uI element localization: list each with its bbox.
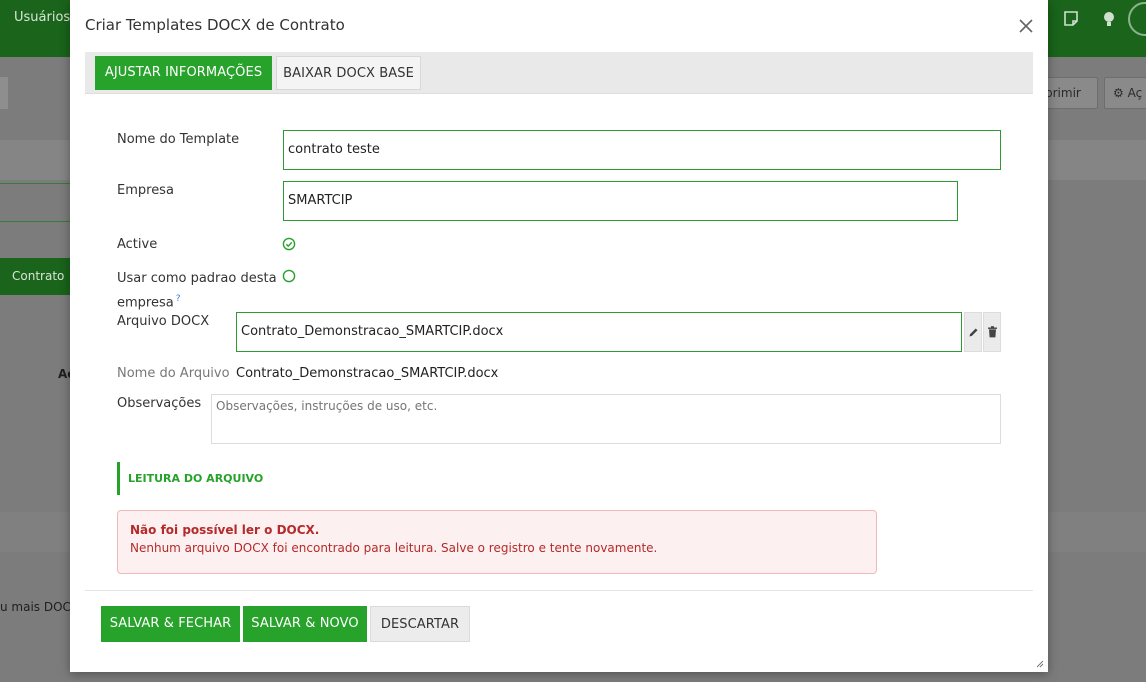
topbar-menu-users[interactable]: Usuários [14, 10, 70, 25]
delete-file-button[interactable] [983, 312, 1001, 352]
pencil-icon [969, 328, 977, 336]
avatar[interactable] [1128, 2, 1146, 36]
resize-grip-icon[interactable] [1034, 658, 1044, 668]
trash-icon [987, 326, 997, 338]
template-name-input[interactable]: contrato teste [283, 130, 1001, 170]
default-company-label-line1: Usar como padrao desta [117, 271, 277, 286]
dialog-title: Criar Templates DOCX de Contrato [85, 16, 345, 34]
active-label: Active [117, 237, 158, 252]
template-name-label: Nome do Template [117, 132, 240, 147]
background-divider [0, 183, 70, 184]
background-text: u mais DOC [0, 600, 71, 614]
tab-bar: AJUSTAR INFORMAÇÕES BAIXAR DOCX BASE [85, 52, 1033, 94]
close-icon [1019, 19, 1033, 33]
background-divider [0, 221, 70, 222]
lightbulb-icon[interactable] [1098, 8, 1120, 30]
docx-file-label: Arquivo DOCX [117, 314, 210, 329]
tab-download-docx-base[interactable]: BAIXAR DOCX BASE [276, 56, 421, 90]
background-tab-contrato: Contrato [0, 258, 70, 295]
company-label: Empresa [117, 183, 174, 198]
docx-file-input[interactable]: Contrato_Demonstracao_SMARTCIP.docx [236, 312, 962, 352]
notes-textarea[interactable] [211, 394, 1001, 444]
notes-label: Observações [117, 396, 202, 411]
background-actions-label: Aç [1127, 86, 1143, 100]
create-template-dialog: Criar Templates DOCX de Contrato AJUSTAR… [70, 0, 1048, 672]
error-alert: Não foi possível ler o DOCX. Nenhum arqu… [117, 510, 877, 574]
background-gear-icon: ⚙ [1113, 86, 1124, 100]
close-button[interactable] [1016, 16, 1036, 36]
alert-message: Nenhum arquivo DOCX foi encontrado para … [130, 541, 658, 555]
save-close-button[interactable]: SALVAR & FECHAR [101, 606, 240, 642]
save-new-button[interactable]: SALVAR & NOVO [243, 606, 367, 642]
file-name-label: Nome do Arquivo [117, 366, 230, 381]
note-icon[interactable] [1060, 8, 1082, 30]
file-name-value: Contrato_Demonstracao_SMARTCIP.docx [236, 366, 499, 381]
help-icon[interactable]: ? [176, 294, 181, 304]
background-actions-button: ⚙ Aç [1104, 77, 1146, 109]
default-company-radio-icon[interactable] [282, 269, 296, 283]
default-company-label: Usar como padrao desta empresa? [117, 269, 277, 313]
background-button [0, 77, 8, 109]
tab-adjust-info[interactable]: AJUSTAR INFORMAÇÕES [95, 56, 272, 90]
active-check-icon[interactable] [282, 237, 296, 251]
discard-button[interactable]: DESCARTAR [370, 606, 470, 642]
footer-divider [85, 590, 1033, 591]
file-reading-section-title: LEITURA DO ARQUIVO [117, 462, 263, 495]
alert-title: Não foi possível ler o DOCX. [130, 523, 320, 537]
edit-file-button[interactable] [964, 312, 982, 352]
default-company-label-line2: empresa [117, 295, 174, 311]
company-input[interactable]: SMARTCIP [283, 181, 958, 221]
